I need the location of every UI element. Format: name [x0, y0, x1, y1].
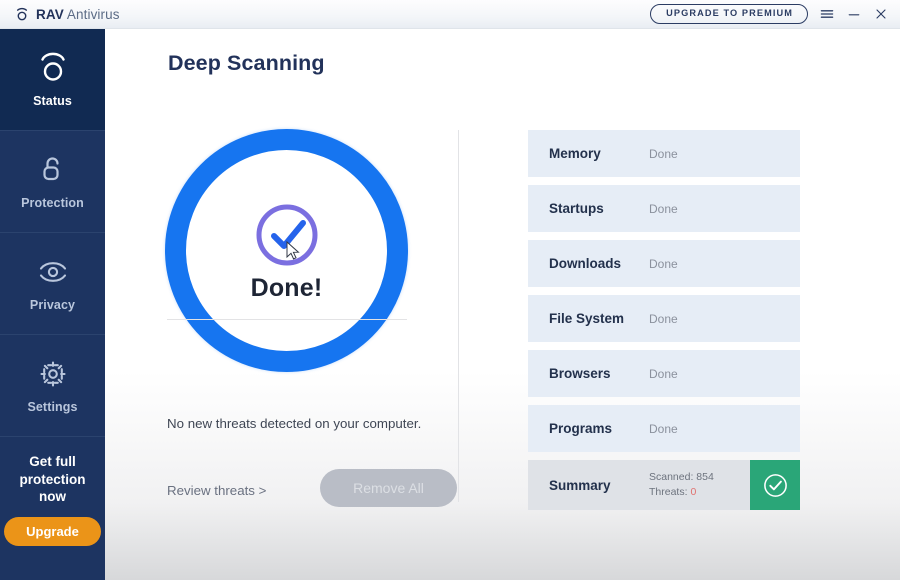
open-padlock-icon: [42, 157, 59, 181]
promo-section: Get full protection now Upgrade: [0, 437, 105, 580]
scan-row-label: Startups: [549, 201, 604, 216]
brand: RAV Antivirus: [14, 6, 120, 22]
brand-suffix: Antivirus: [66, 6, 120, 22]
scan-row-summary[interactable]: Summary Scanned: 854 Threats: 0: [528, 460, 800, 510]
threats-count: Threats: 0: [649, 485, 714, 500]
scan-results-list: Memory Done Startups Done Downloads Done…: [528, 130, 800, 510]
scan-row-label: File System: [549, 311, 625, 326]
sidebar-item-label: Privacy: [29, 298, 76, 312]
close-icon[interactable]: [873, 6, 889, 22]
scan-row-label: Downloads: [549, 256, 622, 271]
brand-text: RAV Antivirus: [36, 7, 120, 22]
scan-row-label: Memory: [549, 146, 601, 161]
vertical-divider: [458, 130, 459, 502]
check-circle-icon: [256, 204, 317, 265]
rav-logo-mark-icon: [16, 7, 28, 21]
scan-row-file-system[interactable]: File System Done: [528, 295, 800, 342]
threats-count-value: 0: [690, 486, 697, 498]
brand-name: RAV: [36, 6, 64, 22]
scan-row-label: Programs: [549, 421, 613, 436]
check-circle-icon: [763, 473, 787, 497]
upgrade-to-premium-button[interactable]: UPGRADE TO PREMIUM: [650, 4, 808, 24]
status-badge: [750, 460, 800, 510]
hamburger-menu-icon[interactable]: [819, 6, 835, 22]
promo-text: Get full protection now: [19, 454, 86, 505]
scan-progress-ring: Done!: [165, 129, 410, 379]
horizontal-divider: [167, 319, 407, 320]
scan-row-programs[interactable]: Programs Done: [528, 405, 800, 452]
summary-label: Summary: [549, 477, 611, 493]
scan-row-startups[interactable]: Startups Done: [528, 185, 800, 232]
scan-row-label: Browsers: [549, 366, 611, 381]
remove-all-button[interactable]: Remove All: [320, 469, 457, 507]
summary-counts: Scanned: 854 Threats: 0: [649, 470, 714, 500]
scan-row-status: Done: [649, 256, 678, 271]
scan-row-status: Done: [649, 201, 678, 216]
scan-row-memory[interactable]: Memory Done: [528, 130, 800, 177]
eye-icon: [39, 262, 66, 282]
sidebar-item-status[interactable]: Status: [0, 29, 105, 131]
sidebar-item-label: Protection: [21, 196, 84, 210]
scan-ring-content: Done!: [165, 129, 408, 372]
sidebar-item-privacy[interactable]: Privacy: [0, 233, 105, 335]
main-content: Deep Scanning Done! No new threats detec…: [105, 29, 900, 580]
sidebar-item-label: Status: [33, 94, 72, 108]
review-threats-link[interactable]: Review threats >: [167, 483, 266, 498]
upgrade-button[interactable]: Upgrade: [4, 516, 101, 546]
status-circle-icon: [40, 52, 65, 81]
scan-row-status: Done: [649, 311, 678, 326]
scanned-count: Scanned: 854: [649, 470, 714, 483]
window-controls: UPGRADE TO PREMIUM: [650, 4, 889, 24]
sidebar-item-protection[interactable]: Protection: [0, 131, 105, 233]
no-threats-message: No new threats detected on your computer…: [167, 416, 422, 431]
sidebar-item-settings[interactable]: Settings: [0, 335, 105, 437]
title-bar: RAV Antivirus UPGRADE TO PREMIUM: [0, 0, 900, 29]
scan-row-status: Done: [649, 366, 678, 381]
threats-count-label: Threats:: [649, 486, 691, 498]
minimize-icon[interactable]: [846, 6, 862, 22]
gear-icon: [39, 361, 66, 387]
scan-row-downloads[interactable]: Downloads Done: [528, 240, 800, 287]
rav-antivirus-window: RAV Antivirus UPGRADE TO PREMIUM Status …: [0, 0, 900, 580]
scan-row-status: Done: [649, 421, 678, 436]
sidebar: Status Protection Privacy Settings Get f…: [0, 29, 105, 580]
scan-status-text: Done!: [250, 273, 323, 302]
scan-row-status: Done: [649, 146, 678, 161]
scan-row-browsers[interactable]: Browsers Done: [528, 350, 800, 397]
page-title: Deep Scanning: [168, 51, 325, 75]
sidebar-item-label: Settings: [27, 400, 78, 414]
